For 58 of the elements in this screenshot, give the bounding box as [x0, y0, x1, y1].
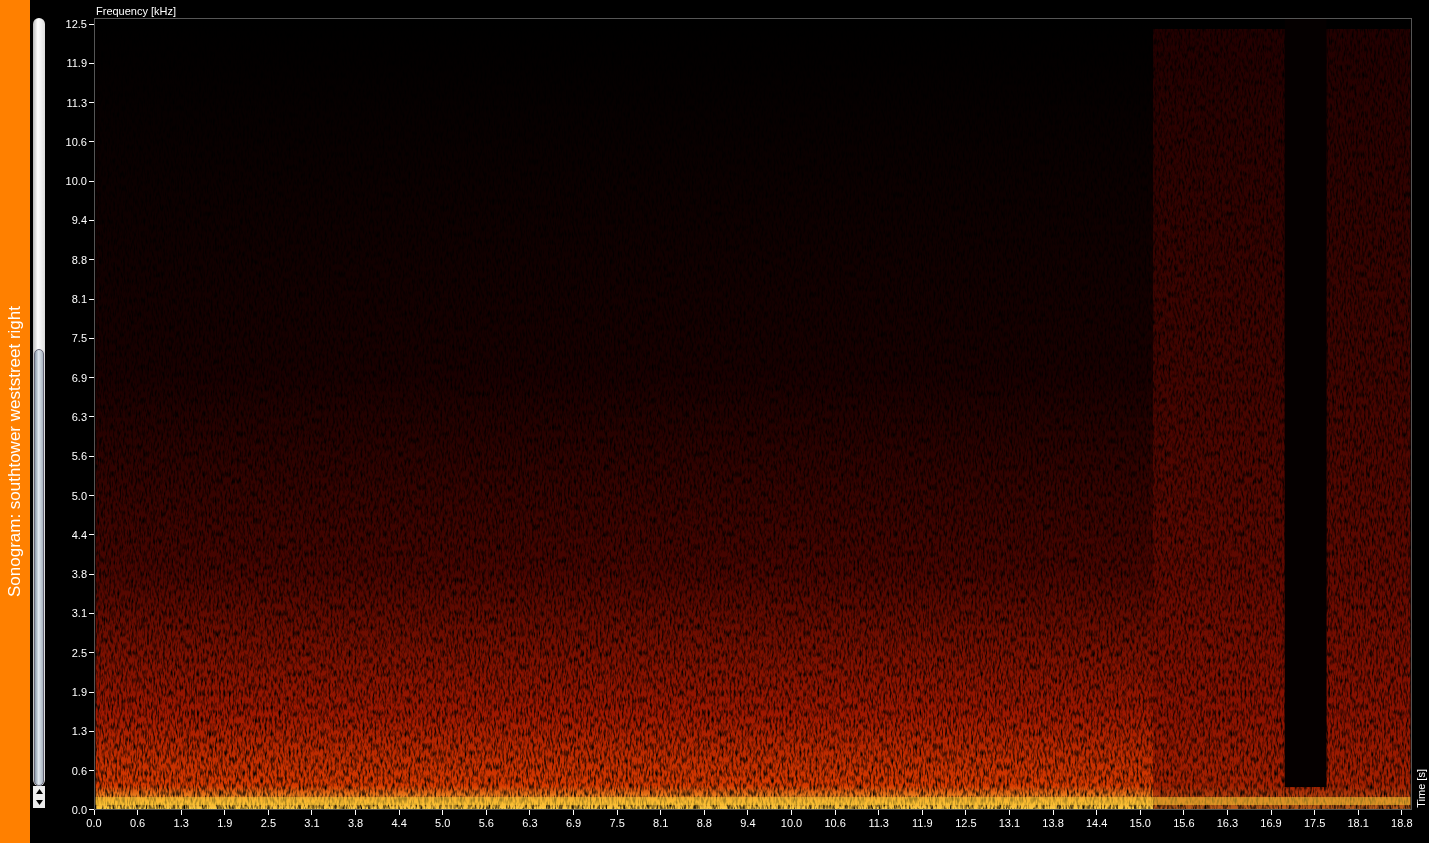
x-tick-label: 18.1 — [1347, 817, 1369, 829]
x-tick-label: 18.8 — [1391, 817, 1413, 829]
y-tick-label: 11.3 — [66, 96, 87, 109]
x-tick-label: 17.5 — [1303, 817, 1326, 829]
x-tick-label: 4.4 — [391, 817, 407, 829]
x-tick-label: 15.6 — [1173, 817, 1195, 829]
x-tick-label: 16.3 — [1216, 817, 1239, 829]
y-tick-label: 5.0 — [71, 489, 87, 502]
y-tick-label: 0.6 — [71, 764, 87, 777]
x-tick-label: 3.1 — [304, 817, 320, 829]
x-tick-label: 13.8 — [1042, 817, 1064, 829]
scroll-up-icon[interactable] — [35, 789, 43, 794]
y-tick-label: 8.8 — [71, 253, 87, 266]
y-tick-label: 6.3 — [71, 410, 87, 423]
scrollbar-thumb[interactable] — [34, 349, 44, 786]
x-tick-label: 1.9 — [217, 817, 233, 829]
y-tick-label: 3.1 — [71, 607, 87, 620]
sonogram-title: Sonogram: southtower weststreet right — [5, 306, 25, 597]
y-tick-label: 12.5 — [65, 18, 87, 30]
y-tick-label: 5.6 — [71, 450, 87, 463]
y-axis-title: Frequency [kHz] — [95, 4, 177, 18]
x-tick-label: 6.9 — [565, 817, 582, 829]
x-tick-label: 11.3 — [868, 817, 889, 829]
y-tick-label: 10.0 — [65, 175, 87, 188]
y-tick-label: 11.9 — [66, 57, 87, 70]
x-tick-label: 10.0 — [780, 817, 803, 829]
x-tick-label: 8.8 — [696, 817, 712, 829]
x-tick-label: 14.4 — [1085, 817, 1108, 829]
y-tick-label: 7.5 — [71, 332, 87, 345]
y-tick-label: 4.4 — [71, 528, 87, 541]
x-tick-label: 1.3 — [173, 817, 189, 829]
x-tick-label: 12.5 — [955, 817, 977, 829]
x-tick-label: 0.6 — [129, 817, 146, 829]
x-tick-label: 0.0 — [86, 817, 102, 829]
y-tick-label: 1.3 — [71, 725, 87, 738]
x-tick-label: 5.0 — [435, 817, 451, 829]
x-tick-label: 7.5 — [609, 817, 625, 829]
x-tick-label: 3.8 — [347, 817, 364, 829]
x-axis-title: Time [s] — [1414, 769, 1427, 808]
y-tick-label: 8.1 — [71, 293, 87, 306]
y-tick-label: 10.6 — [65, 135, 87, 148]
y-tick-label: 3.8 — [71, 568, 87, 581]
x-tick-label: 9.4 — [740, 817, 756, 829]
x-tick-label: 2.5 — [260, 817, 276, 829]
x-tick-label: 16.9 — [1260, 817, 1282, 829]
x-tick-label: 11.9 — [912, 817, 933, 829]
x-tick-label: 6.3 — [522, 817, 538, 829]
scroll-down-icon[interactable] — [35, 800, 43, 805]
x-tick-label: 8.1 — [653, 817, 669, 829]
x-tick-label: 10.6 — [824, 817, 846, 829]
x-tick-label: 5.6 — [478, 817, 494, 829]
y-tick-label: 0.0 — [71, 803, 87, 816]
y-tick-label: 1.9 — [71, 686, 87, 699]
y-tick-label: 6.9 — [71, 371, 87, 384]
y-tick-label: 2.5 — [71, 646, 87, 659]
x-tick-label: 15.0 — [1129, 817, 1151, 829]
y-tick-label: 9.4 — [71, 214, 87, 227]
x-tick-label: 13.1 — [998, 817, 1021, 829]
